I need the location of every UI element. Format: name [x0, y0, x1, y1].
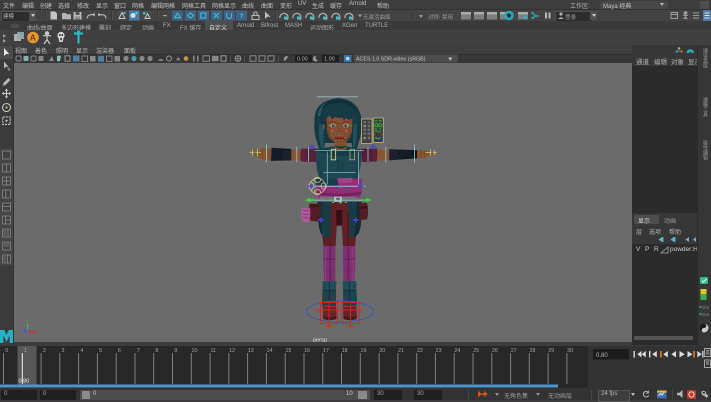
svg-text:8: 8 [155, 348, 158, 354]
svg-text:0.00: 0.00 [297, 57, 308, 63]
svg-text:1: 1 [24, 348, 27, 354]
svg-text:19: 19 [361, 348, 367, 354]
svg-text:1.00: 1.00 [324, 57, 335, 63]
svg-text:7: 7 [137, 348, 140, 354]
svg-text:20: 20 [379, 348, 385, 354]
svg-text:22: 22 [417, 348, 423, 354]
svg-text:?: ? [240, 13, 244, 20]
svg-text:0.5: 0.5 [703, 312, 710, 317]
svg-text:0.0: 0.0 [703, 305, 710, 310]
svg-text:28: 28 [530, 348, 536, 354]
svg-text:23: 23 [436, 348, 442, 354]
svg-text:26: 26 [492, 348, 498, 354]
svg-text:10: 10 [192, 348, 198, 354]
svg-text:17: 17 [323, 348, 329, 354]
svg-text:0: 0 [5, 348, 8, 354]
svg-text:14: 14 [267, 348, 273, 354]
svg-text:15: 15 [285, 348, 291, 354]
svg-text:0.80: 0.80 [19, 379, 30, 385]
svg-text:25: 25 [473, 348, 479, 354]
svg-text:5: 5 [99, 348, 102, 354]
svg-text:0.80: 0.80 [596, 353, 608, 359]
svg-text:11: 11 [211, 348, 217, 354]
svg-text:6: 6 [118, 348, 121, 354]
svg-text:2: 2 [43, 348, 46, 354]
svg-text:ACES 1.0 SDR-video (sRGB): ACES 1.0 SDR-video (sRGB) [356, 57, 426, 63]
svg-text:30: 30 [567, 348, 573, 354]
svg-text:16: 16 [304, 348, 310, 354]
svg-text:A: A [30, 33, 36, 43]
svg-text:13: 13 [248, 348, 254, 354]
svg-text:29: 29 [548, 348, 554, 354]
svg-text:24: 24 [454, 348, 460, 354]
svg-text:4: 4 [80, 348, 83, 354]
svg-text:18: 18 [342, 348, 348, 354]
svg-text:27: 27 [511, 348, 517, 354]
svg-text:3: 3 [62, 348, 65, 354]
svg-text:12: 12 [229, 348, 235, 354]
svg-text:9: 9 [174, 348, 177, 354]
svg-text:Y: Y [26, 319, 29, 324]
svg-text:21: 21 [398, 348, 404, 354]
